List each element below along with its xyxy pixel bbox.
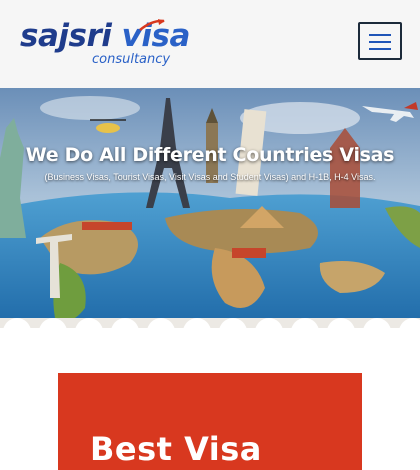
- brand-name-part1: sajsri: [20, 18, 122, 54]
- brand-tagline: consultancy: [92, 52, 171, 67]
- scallop-divider: [0, 318, 420, 328]
- site-header: sajsri visa consultancy: [0, 0, 420, 88]
- brand-logo[interactable]: sajsri visa consultancy: [20, 16, 190, 72]
- best-visa-card: Best Visa: [58, 373, 362, 470]
- card-title: Best Visa: [90, 430, 262, 468]
- menu-bar: [369, 48, 391, 50]
- hamburger-menu-button[interactable]: [358, 22, 402, 60]
- hero-subtitle: (Business Visas, Tourist Visas, Visit Vi…: [44, 172, 376, 182]
- hero-world-landmarks-image: [0, 88, 420, 328]
- menu-bar: [369, 34, 391, 36]
- logo-swoosh-icon: [139, 19, 165, 31]
- menu-bar: [369, 41, 391, 43]
- hero-title: We Do All Different Countries Visas: [25, 144, 395, 166]
- hero-banner: We Do All Different Countries Visas (Bus…: [0, 88, 420, 328]
